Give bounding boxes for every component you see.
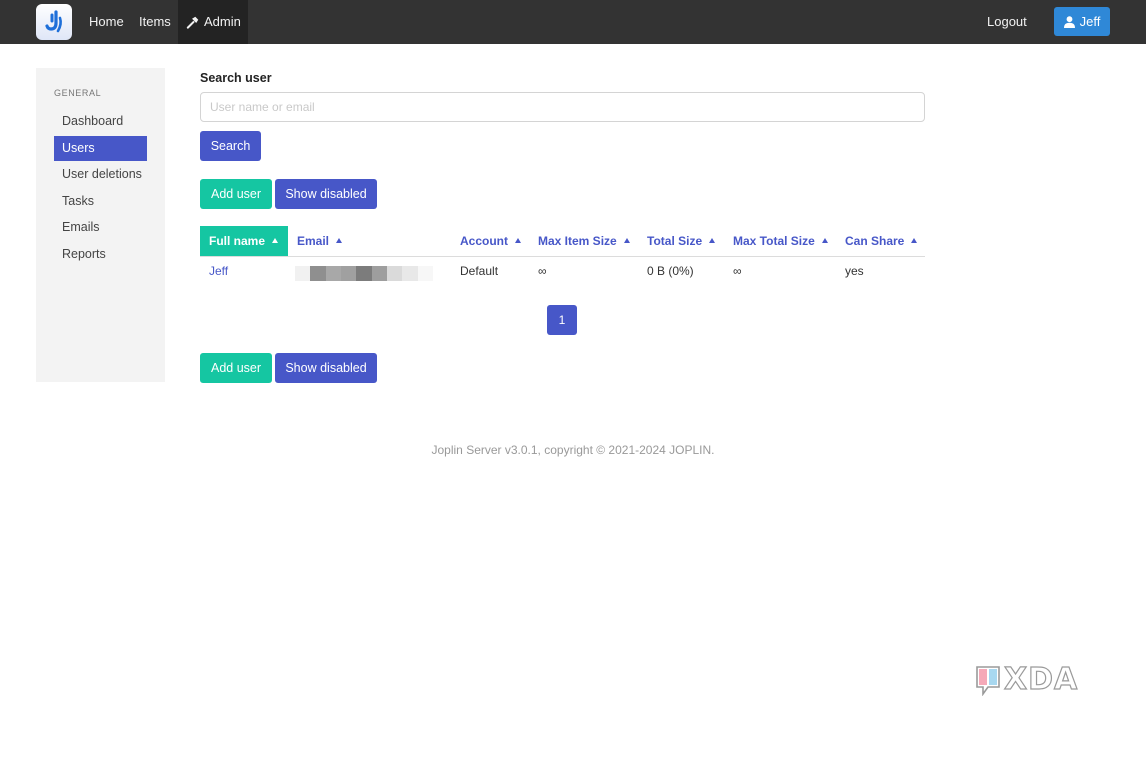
column-header-label: Total Size (647, 234, 703, 248)
email-redacted (295, 266, 433, 281)
column-header-label: Email (297, 234, 330, 248)
add-user-button[interactable]: Add user (200, 179, 272, 209)
user-max-total-size: ∞ (733, 264, 742, 278)
user-profile-button[interactable]: Jeff (1054, 7, 1110, 36)
column-header-label: Full name (209, 234, 266, 248)
top-navbar: Home Items Admin Logout Jeff (0, 0, 1146, 44)
column-header-label: Can Share (845, 234, 905, 248)
xda-watermark-text: XDA (1003, 662, 1079, 697)
sidebar-item-emails[interactable]: Emails (54, 215, 147, 240)
user-account: Default (460, 264, 499, 278)
sort-up-icon (709, 238, 716, 243)
xda-logo-icon (976, 666, 1000, 696)
nav-home-link[interactable]: Home (89, 0, 124, 44)
column-header-account[interactable]: Account (460, 226, 521, 256)
user-total-size: 0 B (0%) (647, 264, 694, 278)
footer-copyright: Joplin Server v3.0.1, copyright © 2021-2… (431, 443, 715, 457)
xda-watermark: XDA (974, 662, 1084, 698)
user-icon (1063, 15, 1075, 28)
sidebar-item-user-deletions[interactable]: User deletions (54, 162, 147, 187)
column-header-total-size[interactable]: Total Size (647, 226, 716, 256)
table-header-divider (200, 256, 925, 257)
joplin-logo-icon[interactable] (36, 4, 72, 40)
column-header-email[interactable]: Email (297, 226, 343, 256)
search-button[interactable]: Search (200, 131, 261, 161)
column-header-label: Max Total Size (733, 234, 815, 248)
admin-sidebar: GENERAL Dashboard Users User deletions T… (36, 68, 165, 382)
column-header-full-name[interactable]: Full name (200, 226, 288, 256)
column-header-label: Max Item Size (538, 234, 617, 248)
user-name: Jeff (1079, 14, 1101, 29)
column-header-max-item-size[interactable]: Max Item Size (538, 226, 630, 256)
hammer-icon (186, 16, 199, 29)
user-full-name-link[interactable]: Jeff (209, 264, 228, 278)
search-user-label: Search user (200, 71, 272, 85)
search-input[interactable] (200, 92, 925, 122)
add-user-button-bottom[interactable]: Add user (200, 353, 272, 383)
sort-up-icon (272, 238, 279, 243)
show-disabled-button[interactable]: Show disabled (275, 179, 377, 209)
logout-link[interactable]: Logout (987, 0, 1027, 44)
nav-admin-link[interactable]: Admin (178, 0, 248, 44)
user-max-item-size: ∞ (538, 264, 547, 278)
show-disabled-button-bottom[interactable]: Show disabled (275, 353, 377, 383)
sort-up-icon (336, 238, 343, 243)
column-header-label: Account (460, 234, 508, 248)
user-can-share: yes (845, 264, 864, 278)
sidebar-heading: GENERAL (54, 88, 102, 98)
sidebar-item-users[interactable]: Users (54, 136, 147, 161)
pagination-page-button[interactable]: 1 (547, 305, 577, 335)
sort-up-icon (911, 238, 918, 243)
sort-up-icon (623, 238, 630, 243)
sort-up-icon (515, 238, 521, 243)
sidebar-item-dashboard[interactable]: Dashboard (54, 109, 147, 134)
nav-items-link[interactable]: Items (139, 0, 171, 44)
sidebar-item-tasks[interactable]: Tasks (54, 189, 147, 214)
sidebar-item-reports[interactable]: Reports (54, 242, 147, 267)
nav-admin-label: Admin (204, 14, 241, 29)
column-header-can-share[interactable]: Can Share (845, 226, 918, 256)
sort-up-icon (821, 238, 828, 243)
column-header-max-total-size[interactable]: Max Total Size (733, 226, 828, 256)
